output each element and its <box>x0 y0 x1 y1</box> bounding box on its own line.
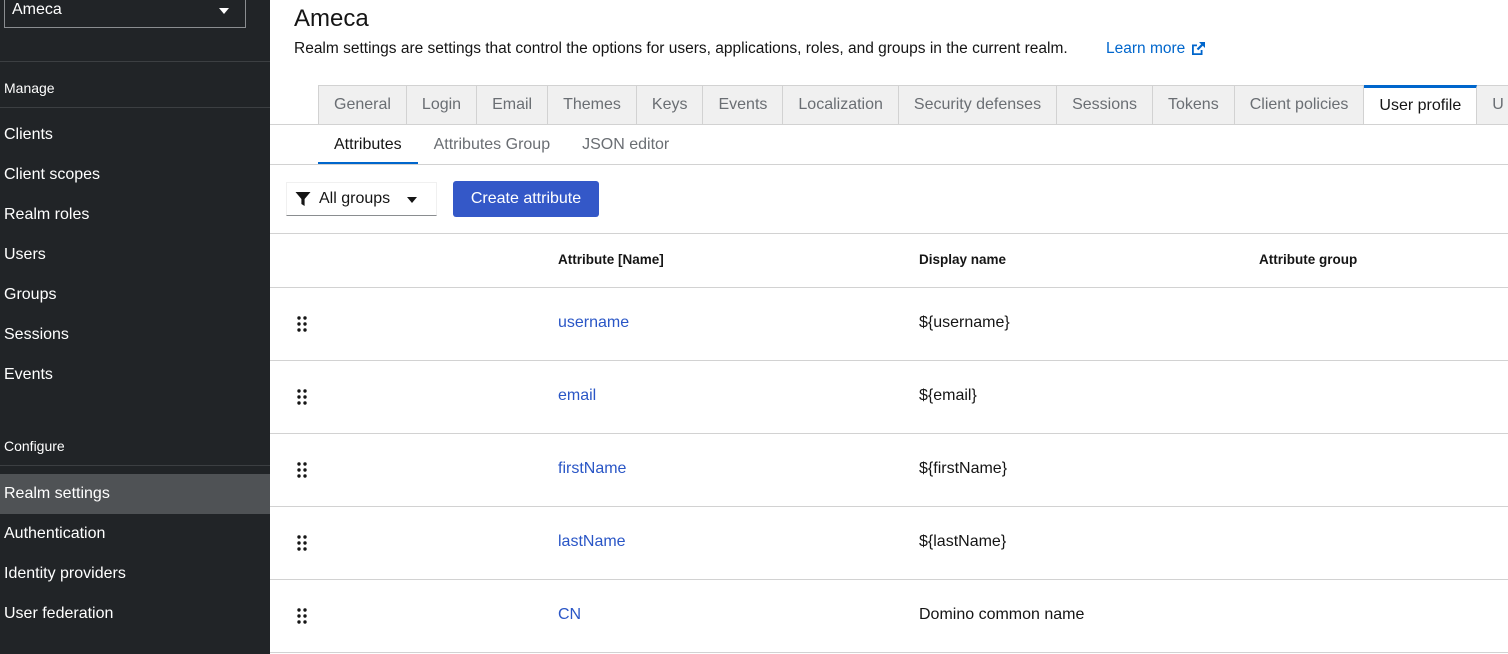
sidebar-item-events[interactable]: Events <box>0 355 270 395</box>
tab-themes[interactable]: Themes <box>548 85 637 125</box>
main-content: Ameca Realm settings are settings that c… <box>270 0 1508 654</box>
tab-general[interactable]: General <box>318 85 407 125</box>
attribute-display-name: ${email} <box>919 387 977 404</box>
tab-email[interactable]: Email <box>477 85 549 125</box>
tab-tokens[interactable]: Tokens <box>1153 85 1235 125</box>
tab-client-policies[interactable]: Client policies <box>1234 85 1365 125</box>
sidebar-item-identity-providers[interactable]: Identity providers <box>0 554 270 594</box>
tab-keys[interactable]: Keys <box>636 85 704 125</box>
attribute-name-link[interactable]: username <box>558 314 629 332</box>
attribute-display-name: ${firstName} <box>919 460 1008 477</box>
column-header-attribute-name[interactable]: Attribute [Name] <box>558 252 664 267</box>
learn-more-label: Learn more <box>1106 40 1186 57</box>
drag-handle-icon[interactable] <box>297 608 307 624</box>
user-profile-subtabs: Attributes Attributes Group JSON editor <box>318 125 685 165</box>
page-title: Ameca <box>294 5 369 32</box>
sidebar-item-realm-settings[interactable]: Realm settings <box>0 474 270 514</box>
tab-sessions[interactable]: Sessions <box>1057 85 1153 125</box>
subtabs-divider <box>270 164 1508 165</box>
table-bottom-border <box>270 652 1508 653</box>
tab-localization[interactable]: Localization <box>783 85 899 125</box>
subtab-attributes[interactable]: Attributes <box>318 125 418 165</box>
table-row: username ${username} <box>270 287 1508 360</box>
nav-section-manage: Manage <box>4 80 55 96</box>
sidebar-item-authentication[interactable]: Authentication <box>0 514 270 554</box>
column-header-display-name[interactable]: Display name <box>919 252 1006 267</box>
drag-handle-icon[interactable] <box>297 535 307 551</box>
table-top-border <box>270 233 1508 234</box>
attribute-name-link[interactable]: CN <box>558 606 581 624</box>
nav-divider <box>0 61 270 62</box>
external-link-icon <box>1192 42 1206 55</box>
column-header-attribute-group[interactable]: Attribute group <box>1259 252 1357 267</box>
caret-down-icon <box>407 197 417 203</box>
create-attribute-button[interactable]: Create attribute <box>453 181 599 217</box>
tab-security-defenses[interactable]: Security defenses <box>898 85 1058 125</box>
subtab-attributes-group[interactable]: Attributes Group <box>418 125 567 165</box>
learn-more-link[interactable]: Learn more <box>1106 40 1206 58</box>
nav-divider <box>0 107 270 108</box>
table-row: CN Domino common name <box>270 579 1508 652</box>
attribute-display-name: ${username} <box>919 314 1010 331</box>
sidebar-item-clients[interactable]: Clients <box>0 115 270 155</box>
group-filter-select[interactable]: All groups <box>286 182 437 216</box>
table-row: lastName ${lastName} <box>270 506 1508 579</box>
filter-icon <box>295 191 311 207</box>
sidebar-item-groups[interactable]: Groups <box>0 275 270 315</box>
sidebar-item-realm-roles[interactable]: Realm roles <box>0 195 270 235</box>
realm-selector[interactable]: Ameca <box>4 0 246 28</box>
sidebar-item-user-federation[interactable]: User federation <box>0 594 270 634</box>
tab-events[interactable]: Events <box>703 85 784 125</box>
nav-section-configure: Configure <box>4 438 65 454</box>
sidebar: Ameca Manage Clients Client scopes Realm… <box>0 0 270 654</box>
table-row: firstName ${firstName} <box>270 433 1508 506</box>
sidebar-item-client-scopes[interactable]: Client scopes <box>0 155 270 195</box>
sidebar-item-sessions[interactable]: Sessions <box>0 315 270 355</box>
realm-selector-value: Ameca <box>12 1 62 18</box>
caret-down-icon <box>219 8 229 14</box>
realm-settings-tabs: General Login Email Themes Keys Events L… <box>318 85 1508 125</box>
tab-user-profile[interactable]: User profile <box>1364 85 1478 125</box>
attribute-name-link[interactable]: firstName <box>558 460 626 478</box>
attribute-name-link[interactable]: lastName <box>558 533 626 551</box>
tab-overflow[interactable]: U <box>1477 85 1508 125</box>
attribute-display-name: ${lastName} <box>919 533 1007 550</box>
tab-login[interactable]: Login <box>406 85 478 125</box>
drag-handle-icon[interactable] <box>297 389 307 405</box>
nav-divider <box>0 465 270 466</box>
subtab-json-editor[interactable]: JSON editor <box>566 125 685 165</box>
sidebar-item-users[interactable]: Users <box>0 235 270 275</box>
attribute-display-name: Domino common name <box>919 606 1085 623</box>
attribute-name-link[interactable]: email <box>558 387 596 405</box>
table-row: email ${email} <box>270 360 1508 433</box>
page-description: Realm settings are settings that control… <box>294 40 1068 57</box>
group-filter-value: All groups <box>319 190 391 207</box>
drag-handle-icon[interactable] <box>297 462 307 478</box>
drag-handle-icon[interactable] <box>297 316 307 332</box>
